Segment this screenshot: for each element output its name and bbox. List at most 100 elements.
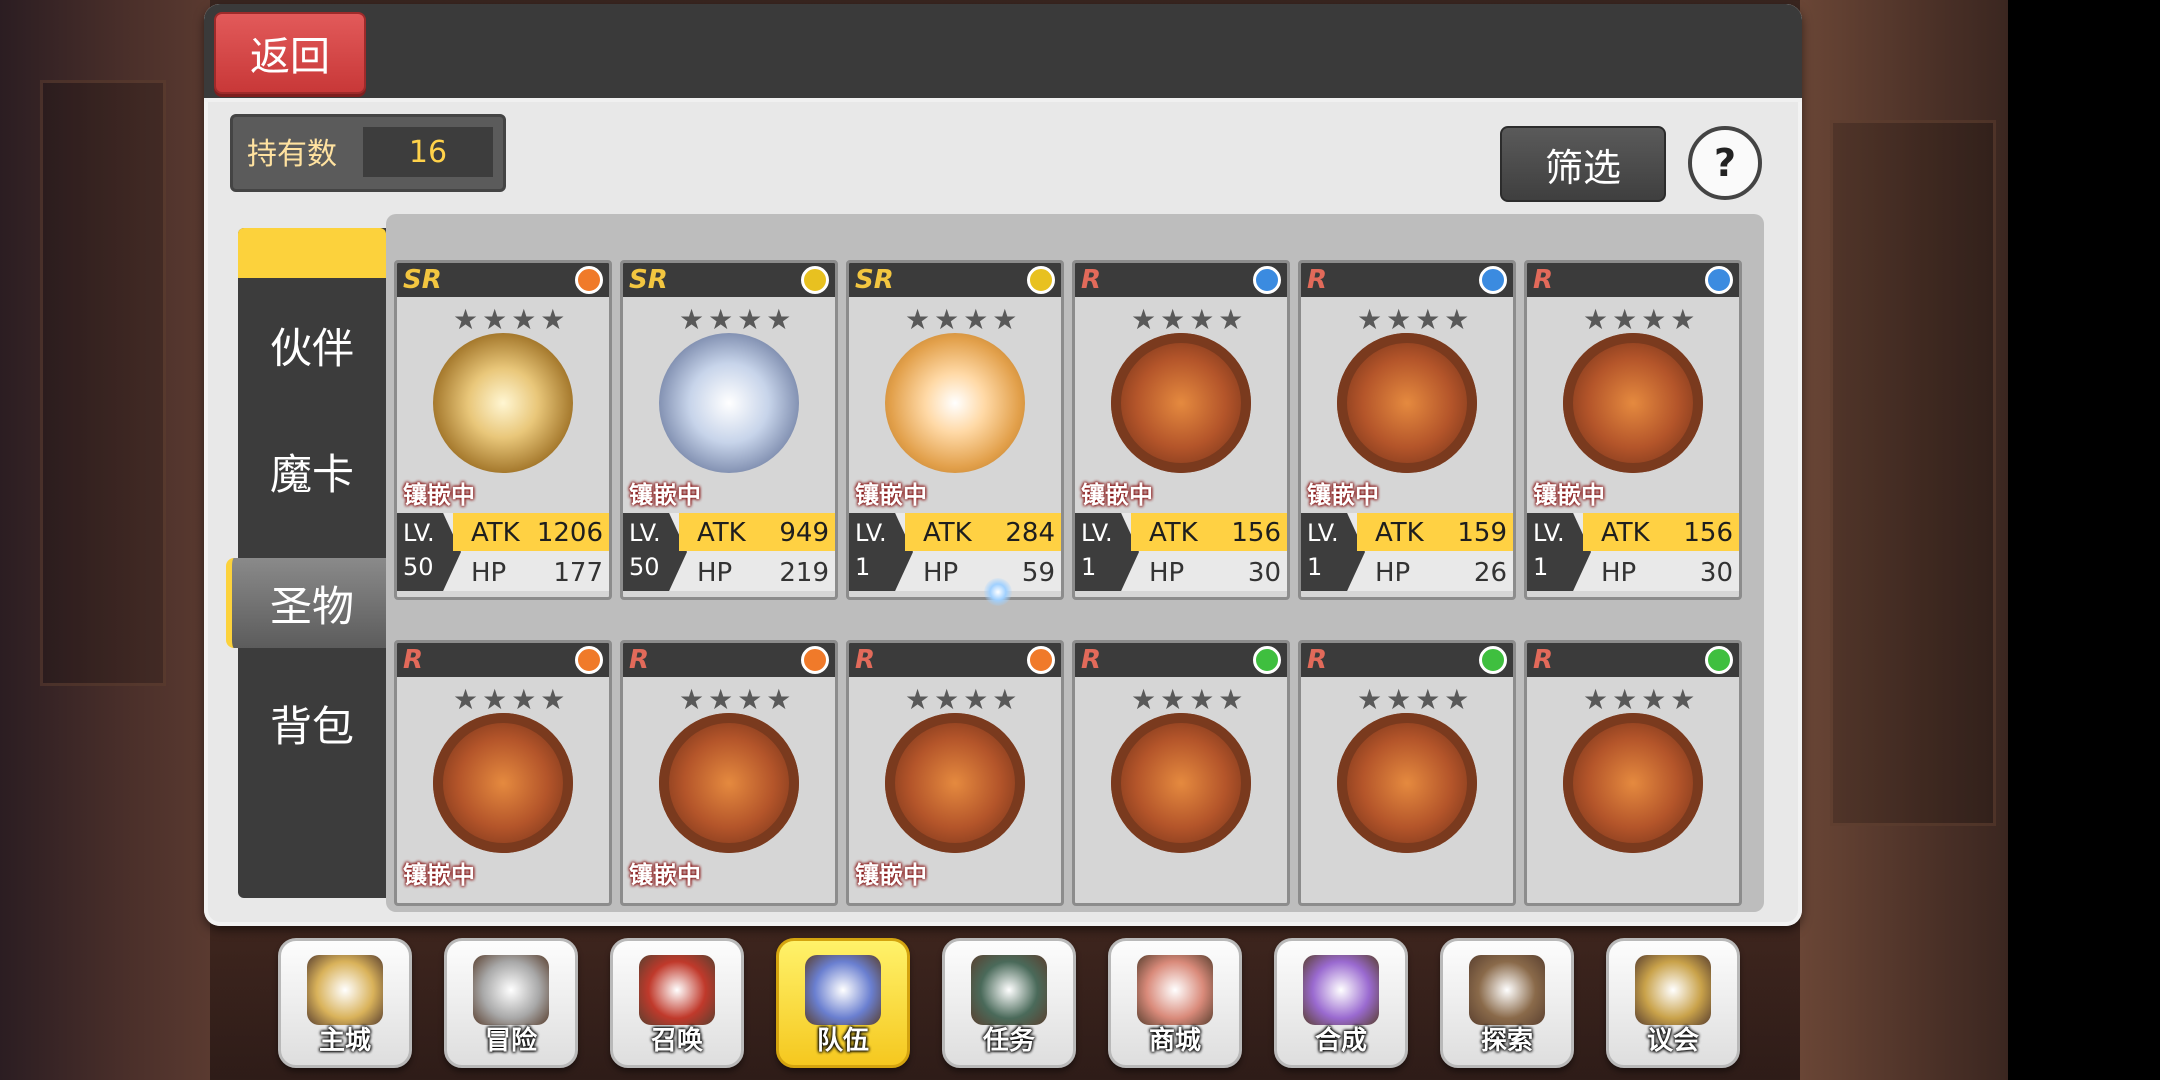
tab-bag[interactable]: 背包 <box>238 678 386 768</box>
rarity-badge: R <box>1081 265 1102 295</box>
card-header: SR <box>397 263 609 297</box>
relic-stats: LV. 1 ATK 159 HP 26 <box>1301 513 1513 591</box>
bronze-wolf-relic-icon <box>885 713 1025 853</box>
laurel-crest-relic-icon <box>885 333 1025 473</box>
level-badge: LV. 1 <box>1527 513 1591 591</box>
element-icon <box>801 646 829 674</box>
relic-stats: LV. 50 ATK 1206 HP 177 <box>397 513 609 591</box>
star-rating: ★★★★ <box>1357 683 1474 716</box>
rarity-badge: R <box>855 645 876 675</box>
relic-stats: LV. 1 ATK 284 HP 59 <box>849 513 1061 591</box>
relic-card[interactable]: R ★★★★ <box>1524 640 1742 906</box>
nav-summon-card[interactable]: 召唤 <box>610 938 744 1068</box>
level-value: 1 <box>1533 553 1549 581</box>
background-shelf <box>1830 120 1996 826</box>
hp-value: 177 <box>553 558 603 588</box>
rarity-badge: R <box>1533 265 1554 295</box>
relic-card[interactable]: R ★★★★ 镶嵌中 LV. 1 ATK 156 HP 30 <box>1072 260 1290 600</box>
relic-stats: LV. 50 ATK 949 HP 219 <box>623 513 835 591</box>
inlaid-status: 镶嵌中 <box>1307 481 1379 509</box>
level-badge: LV. 1 <box>1301 513 1365 591</box>
nav-quest-book[interactable]: 任务 <box>942 938 1076 1068</box>
atk-label: ATK <box>697 518 746 548</box>
star-rating: ★★★★ <box>679 303 796 336</box>
winged-shield-icon <box>805 955 881 1025</box>
shop-tree-icon <box>1137 955 1213 1025</box>
hp-label: HP <box>1149 558 1185 588</box>
bronze-croc-relic-icon <box>1337 333 1477 473</box>
level-badge: LV. 1 <box>849 513 913 591</box>
bronze-fox-relic-icon <box>1563 713 1703 853</box>
category-tabs: 伙伴 魔卡 圣物 背包 <box>226 228 392 898</box>
star-rating: ★★★★ <box>1583 303 1700 336</box>
relic-card[interactable]: R ★★★★ 镶嵌中 LV. 1 ATK 156 HP 30 <box>1524 260 1742 600</box>
relic-card[interactable]: SR ★★★★ 镶嵌中 LV. 50 ATK 949 HP 219 <box>620 260 838 600</box>
filter-button[interactable]: 筛选 <box>1500 126 1666 202</box>
rarity-badge: R <box>1307 265 1328 295</box>
relic-card[interactable]: R ★★★★ 镶嵌中 LV. 1 ATK 159 HP 26 <box>1298 260 1516 600</box>
card-header: R <box>397 643 609 677</box>
nav-label: 召唤 <box>650 1026 703 1056</box>
relic-card[interactable]: R ★★★★ 镶嵌中 <box>394 640 612 906</box>
level-label: LV. <box>1307 519 1339 547</box>
council-emblem-icon <box>1635 955 1711 1025</box>
tab-magic-card[interactable]: 魔卡 <box>238 426 386 516</box>
hp-row: HP 59 <box>905 553 1061 591</box>
relic-card[interactable]: R ★★★★ 镶嵌中 <box>846 640 1064 906</box>
nav-crossed-swords[interactable]: 冒险 <box>444 938 578 1068</box>
card-header: R <box>1301 643 1513 677</box>
crossed-swords-icon <box>473 955 549 1025</box>
relic-card[interactable]: SR ★★★★ 镶嵌中 LV. 1 ATK 284 HP 59 <box>846 260 1064 600</box>
star-rating: ★★★★ <box>679 683 796 716</box>
relic-card[interactable]: R ★★★★ <box>1298 640 1516 906</box>
element-icon <box>1027 646 1055 674</box>
level-badge: LV. 50 <box>623 513 687 591</box>
bronze-golem-relic-icon <box>1337 713 1477 853</box>
tab-relic[interactable]: 圣物 <box>226 558 392 648</box>
gold-shield-relic-icon <box>433 333 573 473</box>
potion-icon <box>1303 955 1379 1025</box>
back-button[interactable]: 返回 <box>214 12 366 94</box>
nav-potion[interactable]: 合成 <box>1274 938 1408 1068</box>
atk-row: ATK 156 <box>1583 513 1739 551</box>
element-icon <box>1705 646 1733 674</box>
nav-shovel[interactable]: 探索 <box>1440 938 1574 1068</box>
owned-count-box: 持有数 16 <box>230 114 506 192</box>
screen-edge-bar <box>2008 0 2160 1080</box>
atk-label: ATK <box>1601 518 1650 548</box>
star-rating: ★★★★ <box>1583 683 1700 716</box>
relic-card[interactable]: R ★★★★ 镶嵌中 <box>620 640 838 906</box>
atk-value: 1206 <box>536 518 603 548</box>
element-icon <box>1479 646 1507 674</box>
bronze-knight-relic-icon <box>1111 713 1251 853</box>
tab-partner[interactable]: 伙伴 <box>238 300 386 390</box>
level-value: 1 <box>1081 553 1097 581</box>
element-icon <box>1027 266 1055 294</box>
owned-count-value: 16 <box>363 127 493 177</box>
card-header: R <box>1075 263 1287 297</box>
nav-winged-shield[interactable]: 队伍 <box>776 938 910 1068</box>
relic-stats: LV. 1 ATK 156 HP 30 <box>1075 513 1287 591</box>
relic-card[interactable]: SR ★★★★ 镶嵌中 LV. 50 ATK 1206 HP 177 <box>394 260 612 600</box>
bronze-beast-relic-icon <box>433 713 573 853</box>
atk-row: ATK 949 <box>679 513 835 551</box>
nav-council-emblem[interactable]: 议会 <box>1606 938 1740 1068</box>
card-header: R <box>1075 643 1287 677</box>
card-header: SR <box>849 263 1061 297</box>
atk-value: 156 <box>1231 518 1281 548</box>
star-rating: ★★★★ <box>453 303 570 336</box>
level-label: LV. <box>629 519 661 547</box>
hp-row: HP 30 <box>1131 553 1287 591</box>
owned-count-label: 持有数 <box>247 137 337 172</box>
shovel-icon <box>1469 955 1545 1025</box>
hp-value: 26 <box>1473 558 1507 588</box>
help-button[interactable]: ? <box>1688 126 1762 200</box>
card-header: R <box>849 643 1061 677</box>
nav-shop-tree[interactable]: 商城 <box>1108 938 1242 1068</box>
nav-crown[interactable]: 主城 <box>278 938 412 1068</box>
level-label: LV. <box>1081 519 1113 547</box>
nav-label: 任务 <box>982 1026 1035 1056</box>
relic-card[interactable]: R ★★★★ <box>1072 640 1290 906</box>
quest-book-icon <box>971 955 1047 1025</box>
star-rating: ★★★★ <box>1131 683 1248 716</box>
